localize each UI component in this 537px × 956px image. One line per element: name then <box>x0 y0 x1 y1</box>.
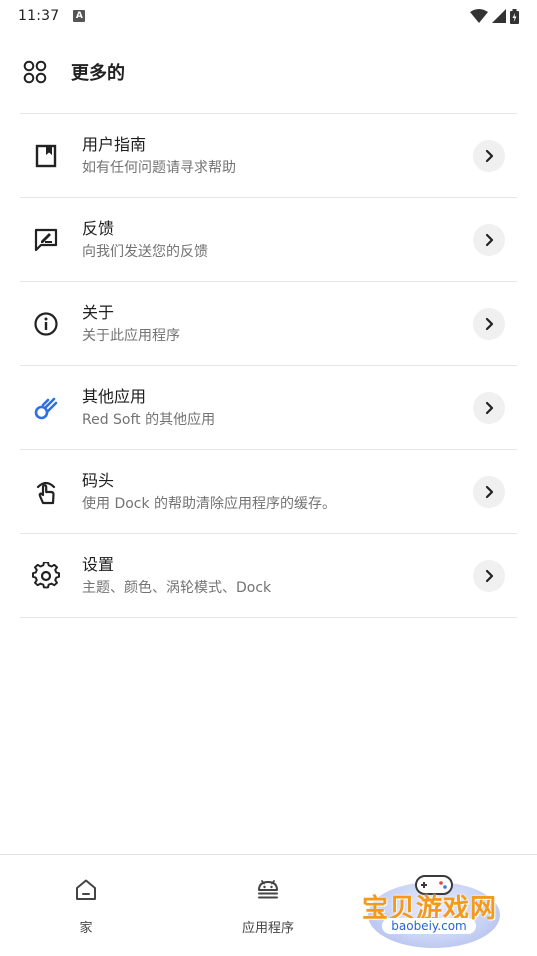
nav-label-apps: 应用程序 <box>241 921 294 936</box>
status-time: 11:37 <box>18 8 60 24</box>
touch-icon <box>36 481 56 504</box>
gear-icon <box>32 561 60 588</box>
menu-item-settings[interactable]: 设置 主题、颜色、涡轮模式、Dock <box>20 534 517 618</box>
menu-item-subtitle: 使用 Dock 的帮助清除应用程序的缓存。 <box>82 495 337 512</box>
chevron-right-icon[interactable] <box>473 223 505 256</box>
menu-item-user-guide[interactable]: 用户指南 如有任何问题请寻求帮助 <box>20 114 517 198</box>
menu-item-subtitle: 向我们发送您的反馈 <box>82 243 208 260</box>
menu-item-title: 码头 <box>82 470 115 490</box>
page-title: 更多的 <box>71 63 125 84</box>
wifi-icon <box>470 9 488 23</box>
menu-item-about[interactable]: 关于 关于此应用程序 <box>20 282 517 366</box>
menu-item-other-apps[interactable]: 其他应用 Red Soft 的其他应用 <box>20 366 517 450</box>
menu-item-title: 其他应用 <box>82 386 147 406</box>
feedback-icon <box>34 228 58 251</box>
nav-label-home: 家 <box>79 921 93 936</box>
info-icon <box>34 311 58 336</box>
signal-icon <box>492 9 506 23</box>
menu-item-dock[interactable]: 码头 使用 Dock 的帮助清除应用程序的缓存。 <box>20 450 517 534</box>
home-icon <box>76 879 96 900</box>
chevron-right-icon[interactable] <box>473 475 505 508</box>
menu-list: 用户指南 如有任何问题请寻求帮助 反馈 向我们发送您的反馈 关于 关于此应用程序… <box>20 113 517 618</box>
menu-item-subtitle: 如有任何问题请寻求帮助 <box>82 159 236 176</box>
menu-item-title: 用户指南 <box>82 134 147 154</box>
chevron-right-icon[interactable] <box>473 307 505 340</box>
status-indicators <box>470 8 519 24</box>
status-bar: 11:37 A <box>0 0 537 32</box>
comet-icon <box>34 397 58 419</box>
nav-item-apps[interactable]: 应用程序 <box>208 877 328 936</box>
notification-icon: A <box>73 10 86 22</box>
menu-item-feedback[interactable]: 反馈 向我们发送您的反馈 <box>20 198 517 282</box>
chevron-right-icon[interactable] <box>473 559 505 592</box>
battery-icon <box>510 8 519 24</box>
chevron-right-icon[interactable] <box>473 391 505 424</box>
menu-item-title: 设置 <box>82 554 115 574</box>
menu-item-subtitle: 主题、颜色、涡轮模式、Dock <box>82 579 272 596</box>
android-icon <box>258 880 278 899</box>
watermark-logo: 宝贝游戏网 baobeiy.com <box>360 866 508 950</box>
page-header: 更多的 <box>0 52 537 92</box>
apps-grid-icon <box>23 60 47 84</box>
menu-item-title: 关于 <box>82 302 115 322</box>
menu-item-subtitle: Red Soft 的其他应用 <box>82 411 216 428</box>
chevron-right-icon[interactable] <box>473 139 505 172</box>
watermark-url: baobeiy.com <box>382 918 476 934</box>
menu-item-title: 反馈 <box>82 218 115 238</box>
nav-item-home[interactable]: 家 <box>26 877 146 936</box>
menu-item-subtitle: 关于此应用程序 <box>82 327 180 344</box>
book-icon <box>35 144 57 167</box>
